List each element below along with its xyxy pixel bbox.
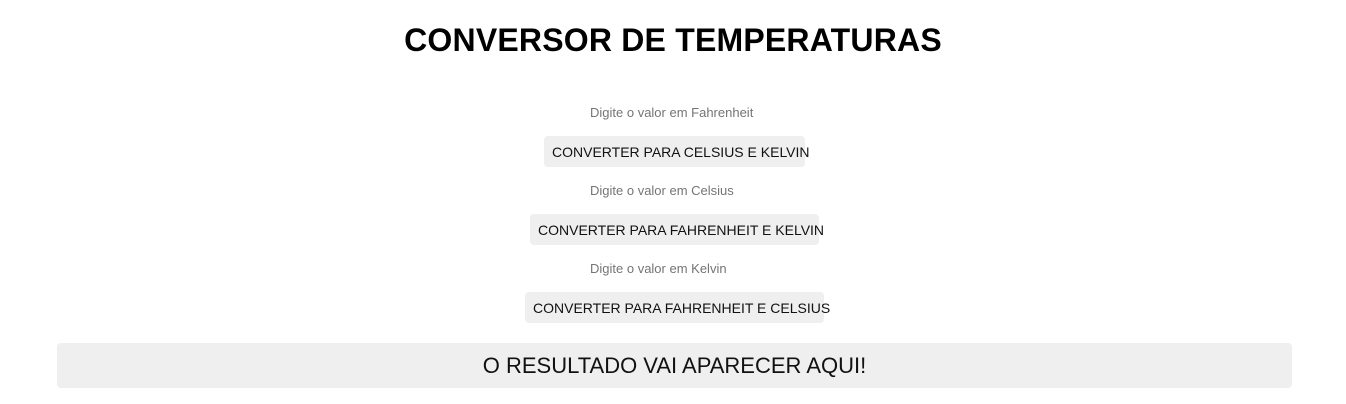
kelvin-input[interactable] (548, 257, 798, 279)
convert-to-fahrenheit-celsius-button[interactable]: CONVERTER PARA FAHRENHEIT E CELSIUS (525, 292, 830, 323)
page-title: CONVERSOR DE TEMPERATURAS (404, 22, 942, 58)
fahrenheit-input[interactable] (548, 101, 798, 123)
converter-page: CONVERSOR DE TEMPERATURAS CONVERTER PARA… (0, 0, 1346, 404)
convert-to-celsius-kelvin-button[interactable]: CONVERTER PARA CELSIUS E KELVIN (544, 136, 810, 167)
result-display: O RESULTADO VAI APARECER AQUI! (57, 343, 1292, 388)
convert-to-fahrenheit-kelvin-button[interactable]: CONVERTER PARA FAHRENHEIT E KELVIN (530, 214, 824, 245)
celsius-input[interactable] (548, 179, 798, 201)
